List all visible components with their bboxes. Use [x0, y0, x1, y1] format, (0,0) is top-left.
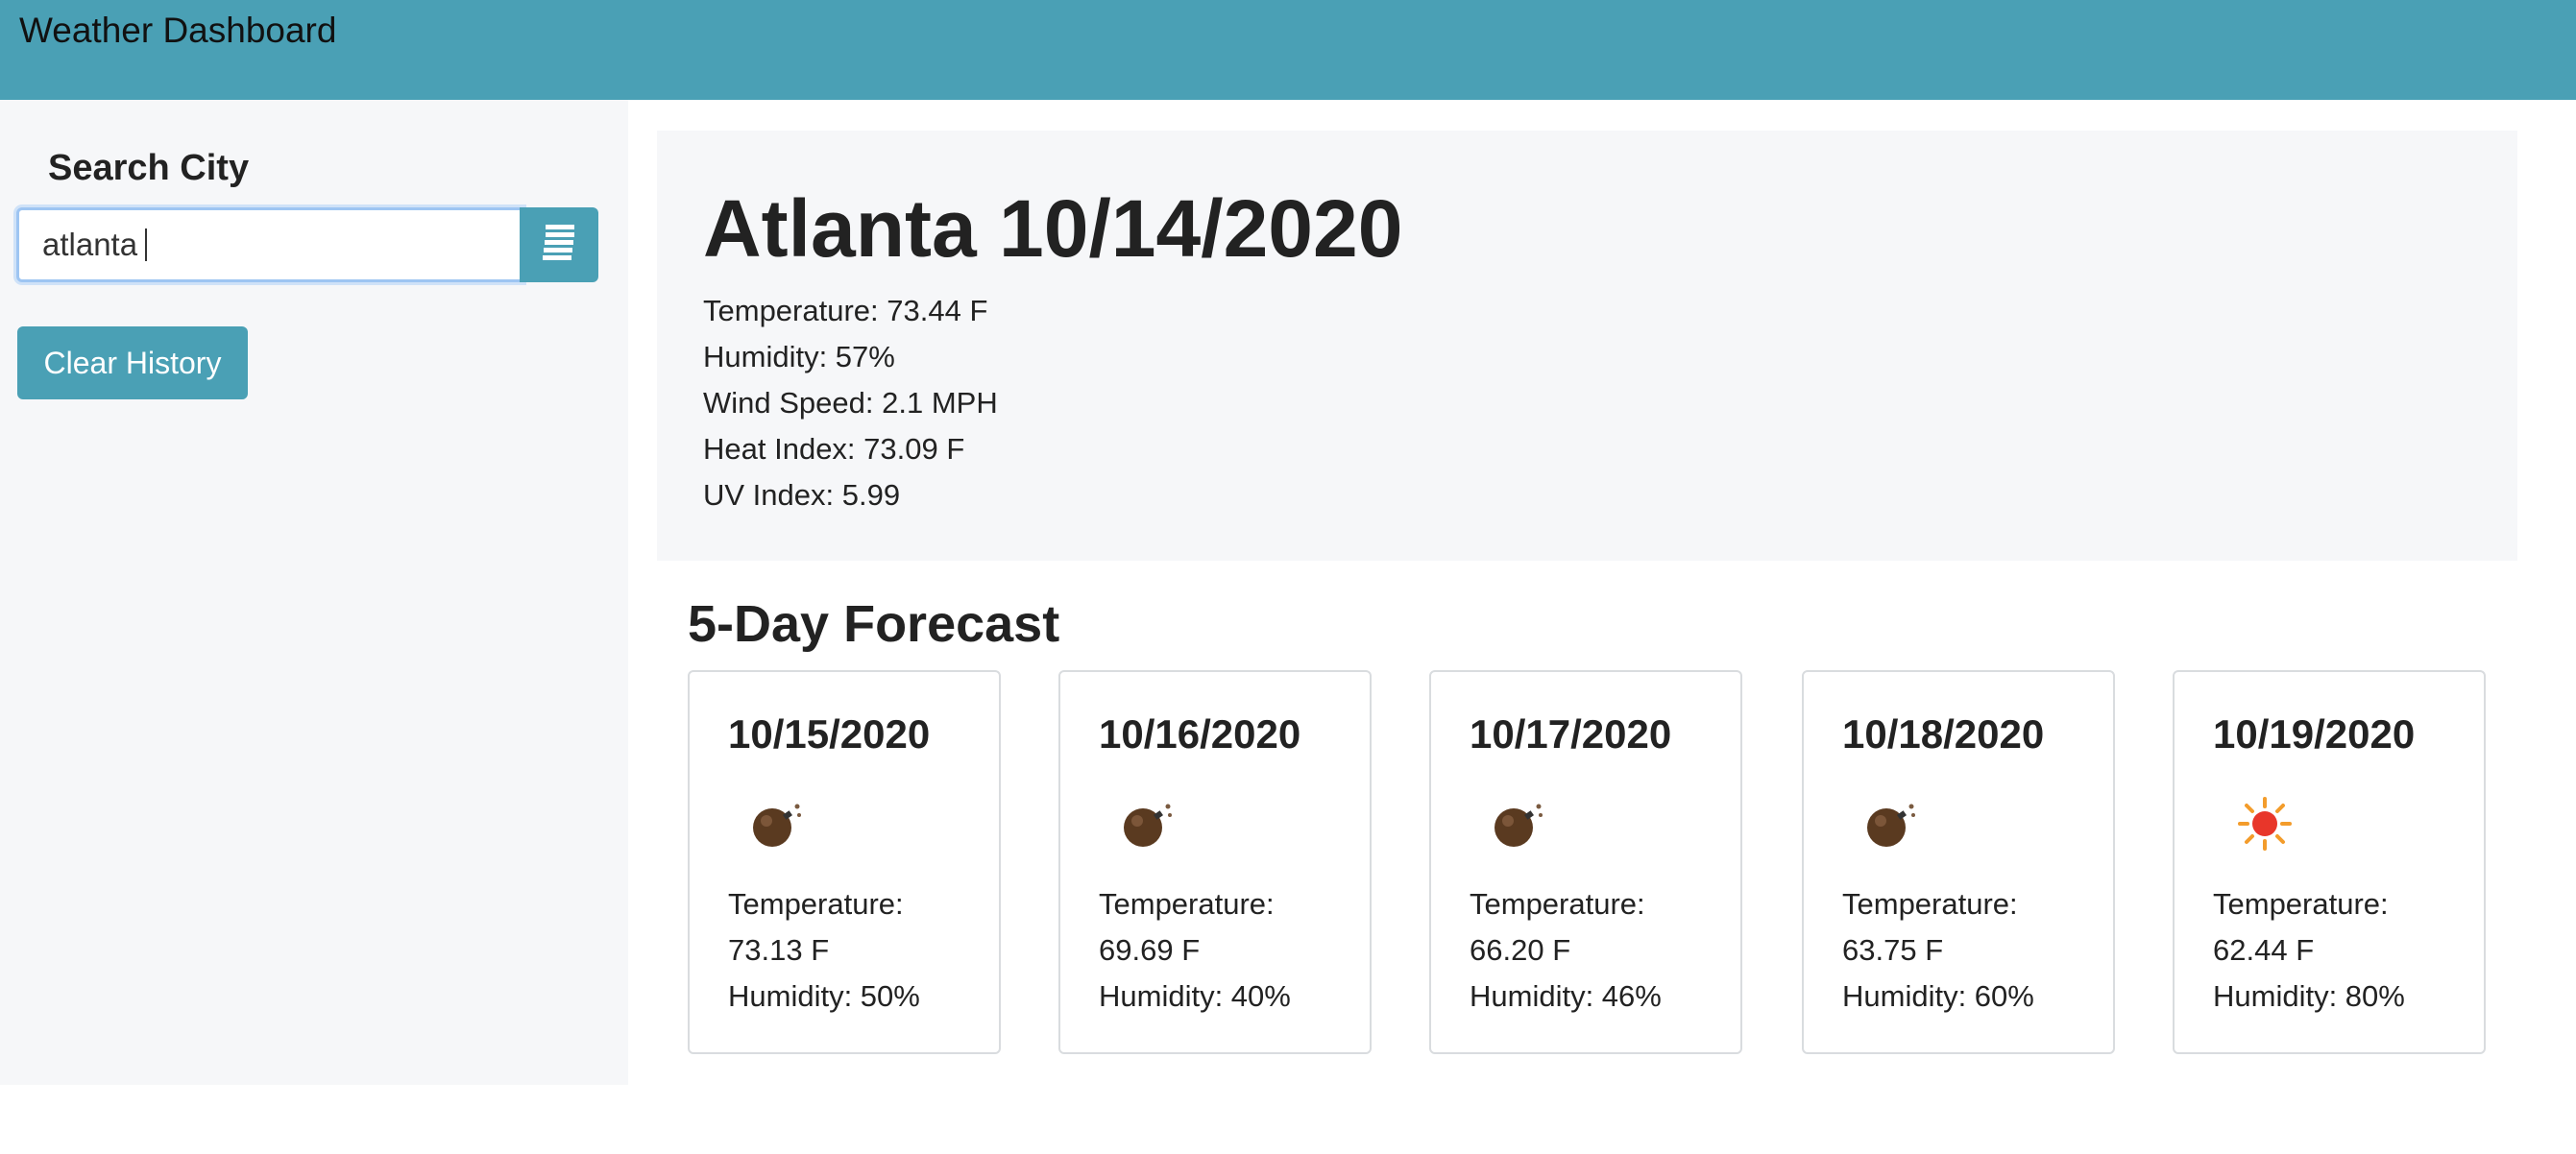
app-title: Weather Dashboard — [19, 11, 337, 50]
forecast-humidity: Humidity: 40% — [1099, 979, 1291, 1013]
forecast-title: 5-Day Forecast — [688, 595, 1060, 653]
bomb-icon — [1495, 804, 1543, 847]
forecast-date: 10/16/2020 — [1099, 711, 1301, 757]
clear-history-button[interactable]: Clear History — [17, 326, 248, 399]
bomb-icon — [1867, 804, 1915, 847]
text-caret — [145, 228, 147, 261]
forecast-date: 10/15/2020 — [728, 711, 931, 757]
forecast-temp-label: Temperature: — [1099, 887, 1275, 921]
bomb-icon — [753, 804, 801, 847]
city-date-heading: Atlanta 10/14/2020 — [703, 183, 1403, 274]
top-navbar: Weather Dashboard — [0, 0, 2576, 100]
forecast-humidity: Humidity: 80% — [2213, 979, 2405, 1013]
forecast-date: 10/17/2020 — [1470, 711, 1672, 757]
forecast-card: 10/16/2020 Temperature: 69.69 F Humidity… — [1058, 670, 1372, 1054]
forecast-temp: 63.75 F — [1842, 933, 1944, 967]
forecast-temp-label: Temperature: — [1470, 887, 1645, 921]
forecast-temp-label: Temperature: — [1842, 887, 2018, 921]
current-wind-speed: Wind Speed: 2.1 MPH — [703, 386, 998, 420]
current-weather-panel: Atlanta 10/14/2020 Temperature: 73.44 F … — [657, 131, 2517, 561]
sidebar: Search City Clear History — [0, 100, 628, 1085]
forecast-date: 10/19/2020 — [2213, 711, 2416, 757]
forecast-temp-label: Temperature: — [2213, 887, 2389, 921]
forecast-date: 10/18/2020 — [1842, 711, 2045, 757]
current-humidity: Humidity: 57% — [703, 340, 895, 373]
forecast-temp: 66.20 F — [1470, 933, 1571, 967]
current-stats: Temperature: 73.44 F Humidity: 57% Wind … — [703, 288, 998, 518]
forecast-humidity: Humidity: 46% — [1470, 979, 1662, 1013]
forecast-temp: 62.44 F — [2213, 933, 2315, 967]
current-temperature: Temperature: 73.44 F — [703, 294, 988, 327]
forecast-card: 10/15/2020 Temperature: 73.13 F Humidity… — [688, 670, 1001, 1054]
forecast-temp: 69.69 F — [1099, 933, 1201, 967]
sun-icon — [2238, 797, 2292, 851]
current-heat-index: Heat Index: 73.09 F — [703, 432, 965, 466]
forecast-temp: 73.13 F — [728, 933, 830, 967]
search-input[interactable] — [16, 207, 523, 282]
forecast-humidity: Humidity: 50% — [728, 979, 920, 1013]
list-icon — [543, 225, 574, 260]
forecast-card: 10/18/2020 Temperature: 63.75 F Humidity… — [1802, 670, 2115, 1054]
forecast-card: 10/17/2020 Temperature: 66.20 F Humidity… — [1429, 670, 1742, 1054]
forecast-humidity: Humidity: 60% — [1842, 979, 2034, 1013]
bomb-icon — [1124, 804, 1172, 847]
search-label: Search City — [48, 148, 250, 188]
search-button[interactable] — [520, 207, 598, 282]
current-uv-index: UV Index: 5.99 — [703, 478, 901, 512]
forecast-card: 10/19/2020 Temperature: 62.44 F Humidity… — [2173, 670, 2486, 1054]
forecast-temp-label: Temperature: — [728, 887, 904, 921]
